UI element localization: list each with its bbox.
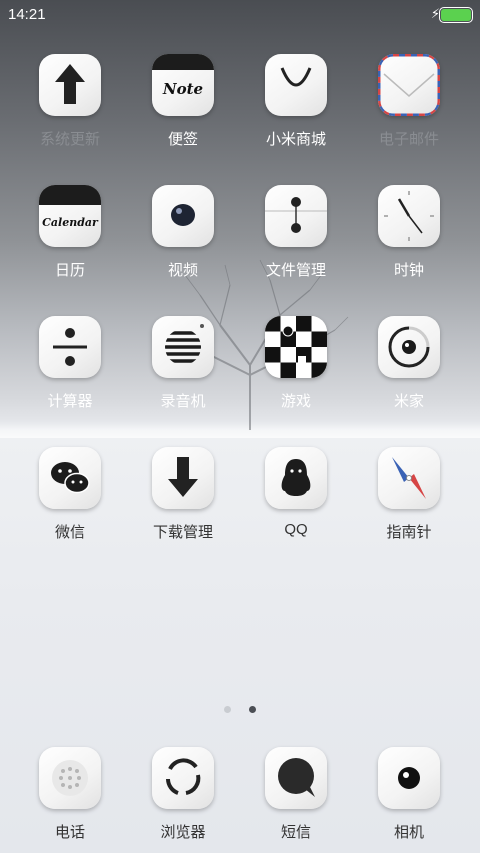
shopping-bag-icon xyxy=(265,54,327,116)
app-email[interactable]: 电子邮件 xyxy=(353,54,465,149)
note-icon: Note xyxy=(152,54,214,116)
clock-icon xyxy=(378,185,440,247)
app-video[interactable]: 视频 xyxy=(127,185,239,280)
dock-browser[interactable]: 浏览器 xyxy=(127,747,239,842)
app-mi-store[interactable]: 小米商城 xyxy=(240,54,352,149)
app-label: 系统更新 xyxy=(39,131,100,148)
checkerboard-icon xyxy=(265,316,327,378)
app-label: 米家 xyxy=(393,393,424,410)
app-label: 日历 xyxy=(54,262,85,279)
app-label: 游戏 xyxy=(280,393,311,410)
camera-lens-icon xyxy=(378,747,440,809)
app-system-update[interactable]: 系统更新 xyxy=(14,54,126,149)
phone-dialpad-icon xyxy=(39,747,101,809)
app-label: 时钟 xyxy=(393,262,424,279)
calendar-icon-text: Calendar xyxy=(42,216,98,229)
calculator-icon xyxy=(39,316,101,378)
app-label: 浏览器 xyxy=(160,824,206,841)
app-file-manager[interactable]: 文件管理 xyxy=(240,185,352,280)
page-indicator[interactable] xyxy=(0,700,480,718)
app-calendar[interactable]: Calendar 日历 xyxy=(14,185,126,280)
app-calculator[interactable]: 计算器 xyxy=(14,316,126,411)
app-recorder[interactable]: 录音机 xyxy=(127,316,239,411)
calendar-icon: Calendar xyxy=(39,185,101,247)
mijia-icon xyxy=(378,316,440,378)
app-label: 视频 xyxy=(167,262,198,279)
dock-camera[interactable]: 相机 xyxy=(353,747,465,842)
file-folder-icon xyxy=(265,185,327,247)
app-label: 电话 xyxy=(54,824,85,841)
app-label: 微信 xyxy=(54,524,85,541)
status-time: 14:21 xyxy=(8,6,46,23)
battery-level xyxy=(441,9,471,21)
app-label: 相机 xyxy=(393,824,424,841)
app-mijia[interactable]: 米家 xyxy=(353,316,465,411)
battery-icon xyxy=(439,7,473,23)
app-label: 下载管理 xyxy=(152,524,213,541)
penguin-icon xyxy=(265,447,327,509)
app-notes[interactable]: Note 便签 xyxy=(127,54,239,149)
app-label: QQ xyxy=(284,521,308,538)
app-label: 录音机 xyxy=(160,393,206,410)
app-label: 小米商城 xyxy=(265,131,326,148)
video-lens-icon xyxy=(152,185,214,247)
status-bar: 14:21 ⚡ xyxy=(0,0,480,28)
app-label: 计算器 xyxy=(47,393,93,410)
download-arrow-icon xyxy=(152,447,214,509)
browser-icon xyxy=(152,747,214,809)
message-bubble-icon xyxy=(265,747,327,809)
compass-icon xyxy=(378,447,440,509)
app-label: 文件管理 xyxy=(265,262,326,279)
recorder-icon xyxy=(152,316,214,378)
note-icon-text: Note xyxy=(162,80,204,98)
page-dot-2[interactable] xyxy=(249,706,257,713)
app-label: 指南针 xyxy=(386,524,432,541)
app-wechat[interactable]: 微信 xyxy=(14,447,126,542)
app-games[interactable]: 游戏 xyxy=(240,316,352,411)
app-download-manager[interactable]: 下载管理 xyxy=(127,447,239,542)
page-dot-1[interactable] xyxy=(223,706,231,713)
app-label: 电子邮件 xyxy=(378,131,439,148)
app-compass[interactable]: 指南针 xyxy=(353,447,465,542)
app-label: 短信 xyxy=(280,824,311,841)
arrow-up-icon xyxy=(39,54,101,116)
wechat-icon xyxy=(39,447,101,509)
app-clock[interactable]: 时钟 xyxy=(353,185,465,280)
envelope-icon xyxy=(378,54,440,116)
dock-messages[interactable]: 短信 xyxy=(240,747,352,842)
app-label: 便签 xyxy=(167,131,198,148)
dock-phone[interactable]: 电话 xyxy=(14,747,126,842)
app-qq[interactable]: QQ xyxy=(240,447,352,538)
